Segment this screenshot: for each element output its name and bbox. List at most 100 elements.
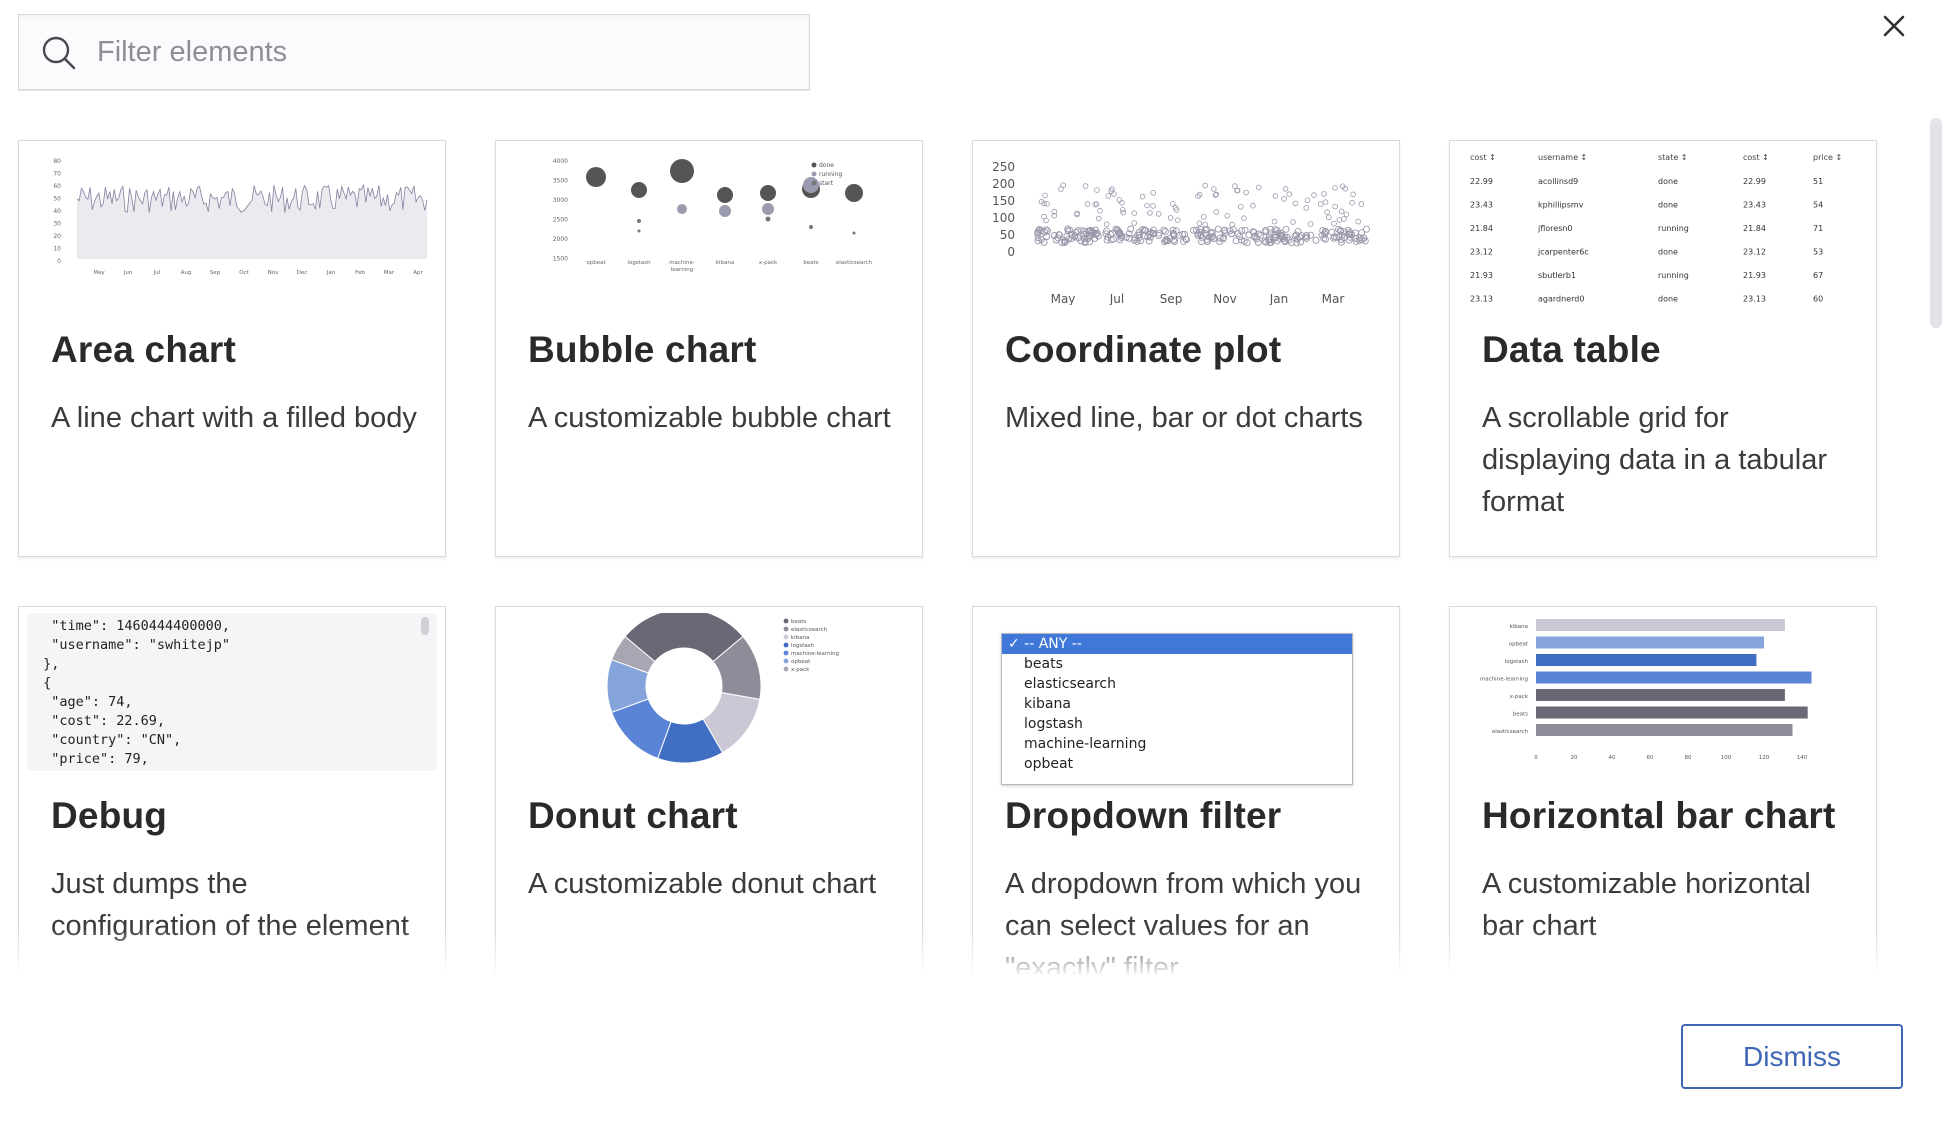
scatter-point xyxy=(1082,183,1089,189)
table-cell: 23.13 xyxy=(1743,295,1766,304)
legend-swatch xyxy=(783,626,789,632)
scatter-point xyxy=(1245,231,1253,239)
horizontal-bar-chart-preview: kibana opbeat logstash machine-learning x-pa… xyxy=(1480,619,1812,761)
dismiss-button[interactable]: Dismiss xyxy=(1681,1024,1903,1089)
y-tick-label: 60 xyxy=(53,183,61,190)
x-tick-label: 40 xyxy=(1609,755,1616,761)
scatter-point xyxy=(1131,220,1138,226)
legend-swatch xyxy=(783,634,789,640)
dropdown-option: machine-learning xyxy=(1024,736,1147,752)
card-data-table[interactable]: cost ↕ username ↕ state ↕ cost ↕ price ↕ 22.9… xyxy=(1449,140,1877,557)
y-tick-label: 4000 xyxy=(553,158,568,165)
card-debug[interactable]: "time": 1460444400000, "username": "swhi… xyxy=(18,606,446,974)
scrollbar-thumb[interactable] xyxy=(1930,118,1942,328)
scatter-point xyxy=(1167,215,1174,221)
coordinate-plot-preview: 250 200 150 100 50 0 May Jul Sep Nov Jan Mar xyxy=(992,160,1370,305)
scatter-point xyxy=(1328,228,1336,236)
card-description: A customizable bubble chart xyxy=(528,402,891,434)
x-tick-label: beats xyxy=(803,260,818,266)
bubble-done xyxy=(845,184,863,202)
y-tick-label: 2500 xyxy=(553,217,568,224)
table-cell: running xyxy=(1658,224,1689,233)
scatter-point xyxy=(1109,229,1116,237)
x-tick-label: kibana xyxy=(716,260,734,266)
card-title: Donut chart xyxy=(528,795,738,836)
close-icon[interactable] xyxy=(1874,6,1914,46)
table-cell: 21.84 xyxy=(1470,224,1493,233)
card-area-chart[interactable]: 80 70 60 50 40 30 20 10 0 May Jun Jul Aug Sep Oct Nov De… xyxy=(18,140,446,557)
scatter-point xyxy=(1214,225,1222,233)
card-horizontal-bar-chart[interactable]: kibana opbeat logstash machine-learning x-pa… xyxy=(1449,606,1877,974)
bubble-running xyxy=(719,205,731,217)
grid-scrollbar[interactable] xyxy=(1928,118,1944,974)
search-input[interactable] xyxy=(97,27,787,77)
legend-label: start xyxy=(819,180,834,187)
card-description: A scrollable grid for displaying data in… xyxy=(1482,402,1828,518)
bubble-chart-preview: 4000 3500 3000 2500 2000 1500 opbeat logstash ma… xyxy=(553,158,873,273)
table-cell: 60 xyxy=(1813,295,1823,304)
x-tick-label: Sep xyxy=(1160,292,1183,305)
y-tick-label: 3000 xyxy=(553,197,568,204)
card-description: A dropdown from which you can select val… xyxy=(1005,868,1362,974)
legend-label: beats xyxy=(791,619,806,625)
table-cell: acollinsd9 xyxy=(1538,177,1578,186)
scatter-point xyxy=(1213,209,1220,215)
card-bubble-chart[interactable]: 4000 3500 3000 2500 2000 1500 opbeat logstash ma… xyxy=(495,140,923,557)
card-title: Coordinate plot xyxy=(1005,329,1282,370)
scatter-point xyxy=(1232,183,1238,189)
bubble-done xyxy=(717,187,733,203)
scatter-point xyxy=(1202,221,1208,228)
table-cell: done xyxy=(1658,248,1678,257)
scatter-point xyxy=(1200,214,1207,220)
card-coordinate-plot[interactable]: 250 200 150 100 50 0 May Jul Sep Nov Jan Mar Coordi… xyxy=(972,140,1400,557)
card-description: A customizable horizontal bar chart xyxy=(1482,868,1811,942)
scatter-point xyxy=(1281,196,1287,202)
y-tick-label: 3500 xyxy=(553,178,568,185)
card-title: Horizontal bar chart xyxy=(1482,795,1836,836)
filter-elements-search[interactable] xyxy=(18,14,810,90)
scatter-point xyxy=(1317,201,1324,207)
dropdown-filter-preview: ✓ -- ANY -- beats elasticsearch kibana logs… xyxy=(981,613,1391,785)
card-title: Dropdown filter xyxy=(1005,795,1282,836)
card-dropdown-filter[interactable]: ✓ -- ANY -- beats elasticsearch kibana logs… xyxy=(972,606,1400,974)
scatter-point xyxy=(1341,216,1347,222)
scatter-point xyxy=(1332,203,1338,210)
table-header: cost ↕ xyxy=(1743,153,1769,162)
area-chart-preview: 80 70 60 50 40 30 20 10 0 May Jun Jul Aug Sep Oct Nov De… xyxy=(53,158,428,276)
card-title: Debug xyxy=(51,795,168,836)
scatter-point xyxy=(1139,193,1146,200)
y-tick-label: 250 xyxy=(992,160,1015,174)
legend-label: elasticsearch xyxy=(791,627,828,633)
card-donut-chart[interactable]: beats elasticsearch kibana logstash machine-… xyxy=(495,606,923,974)
x-tick-label: elasticsearch xyxy=(836,260,873,266)
card-description: A line chart with a filled body xyxy=(51,402,417,434)
y-tick-label: 50 xyxy=(1000,228,1015,242)
scatter-point xyxy=(1103,221,1110,227)
bar xyxy=(1536,619,1785,631)
scatter-point xyxy=(1150,203,1156,209)
scatter-point xyxy=(1338,208,1345,215)
legend-swatch xyxy=(783,658,789,664)
card-title: Area chart xyxy=(51,329,237,370)
y-tick-label: 20 xyxy=(53,233,61,240)
y-tick-label: 50 xyxy=(53,196,61,203)
table-cell: 23.12 xyxy=(1743,248,1766,257)
legend-swatch xyxy=(783,618,789,624)
scatter-point xyxy=(1161,228,1169,236)
table-cell: jfloresn0 xyxy=(1537,224,1573,233)
area-fill xyxy=(77,185,427,259)
table-cell: 23.13 xyxy=(1470,295,1493,304)
scatter-point xyxy=(1331,220,1337,227)
y-tick-label: 40 xyxy=(53,208,61,215)
debug-json: "time": 1460444400000, "username": "swhi… xyxy=(43,618,231,767)
donut-chart-preview: beats elasticsearch kibana logstash machine-… xyxy=(606,613,839,764)
table-cell: 54 xyxy=(1813,201,1823,210)
y-tick-label: elasticsearch xyxy=(1492,729,1529,735)
y-tick-label: 70 xyxy=(53,171,61,178)
y-tick-label: kibana xyxy=(1510,624,1528,630)
scatter-point xyxy=(1084,201,1091,207)
table-cell: 22.99 xyxy=(1470,177,1493,186)
legend-swatch xyxy=(783,642,789,648)
scatter-point xyxy=(1343,211,1350,218)
scatter-point xyxy=(1094,187,1100,193)
